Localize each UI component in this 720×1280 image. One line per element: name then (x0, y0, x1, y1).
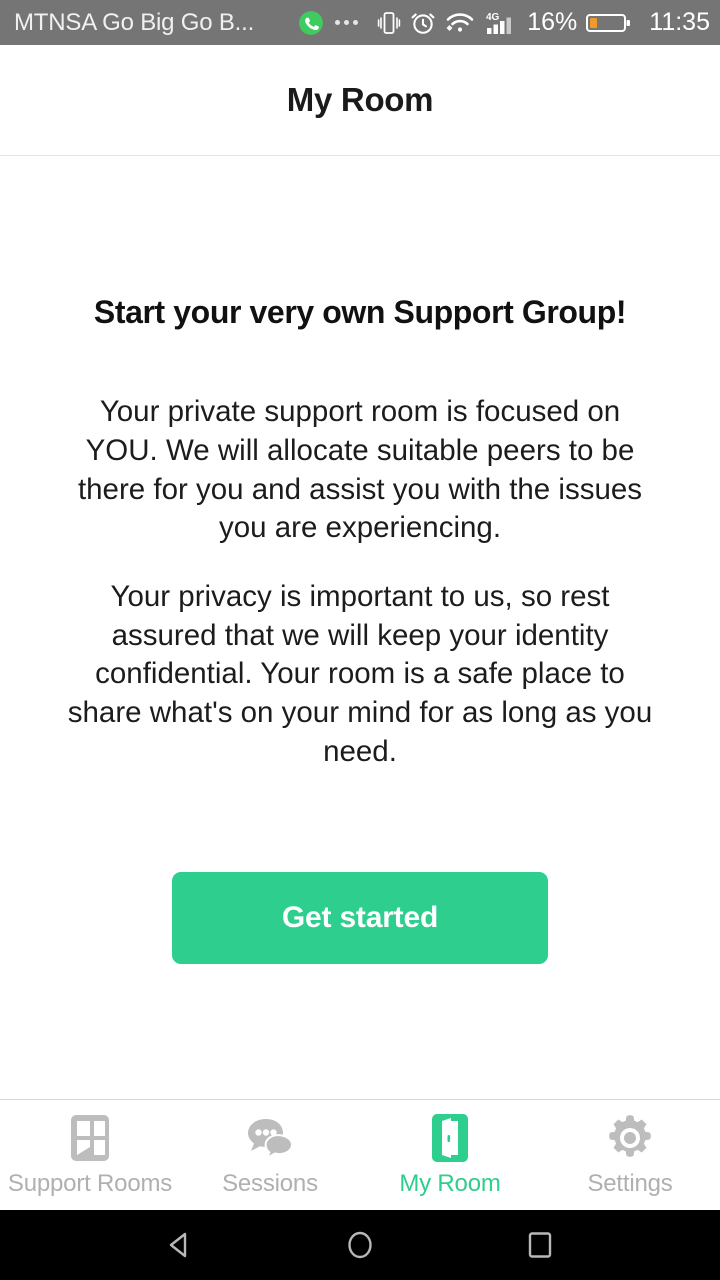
back-button[interactable] (160, 1225, 200, 1265)
bottom-tab-bar: Support Rooms Sessions My Room Settings (0, 1099, 720, 1210)
battery-percent-label: 16% (527, 8, 578, 36)
wifi-icon (445, 10, 475, 36)
main-content: Start your very own Support Group! Your … (0, 156, 720, 1099)
tab-label-sessions: Sessions (222, 1170, 318, 1197)
tab-label-my-room: My Room (399, 1170, 501, 1197)
whatsapp-icon (298, 10, 324, 36)
status-bar: MTNSA Go Big Go B... 4G 16% 11:35 (0, 0, 720, 45)
tab-sessions[interactable]: Sessions (180, 1110, 360, 1198)
gear-icon (603, 1110, 657, 1166)
battery-icon (586, 10, 632, 36)
body-paragraph-1: Your private support room is focused on … (77, 395, 643, 545)
door-icon (425, 1110, 475, 1166)
clock-label: 11:35 (649, 8, 710, 36)
app-header: My Room (0, 45, 720, 156)
tab-label-settings: Settings (587, 1170, 673, 1197)
alarm-icon (410, 10, 436, 36)
get-started-button[interactable]: Get started (172, 872, 548, 965)
grid-icon (65, 1110, 115, 1166)
tab-settings[interactable]: Settings (540, 1110, 720, 1198)
cta-container: Get started (36, 872, 684, 965)
tab-my-room[interactable]: My Room (360, 1110, 540, 1198)
tab-label-support-rooms: Support Rooms (7, 1170, 173, 1197)
android-nav-bar (0, 1210, 720, 1280)
headline: Start your very own Support Group! (93, 294, 627, 330)
overflow-dots-icon (335, 20, 359, 25)
status-icons: 4G 16% 11:35 (298, 8, 710, 37)
home-button[interactable] (340, 1225, 380, 1265)
recents-button[interactable] (520, 1225, 560, 1265)
vibrate-icon (377, 10, 401, 36)
tab-support-rooms[interactable]: Support Rooms (0, 1110, 180, 1198)
network-type-label: 4G (486, 12, 500, 23)
page-title: My Room (286, 81, 434, 118)
carrier-label: MTNSA Go Big Go B... (14, 8, 255, 36)
body-paragraph-2: Your privacy is important to us, so rest… (67, 579, 653, 768)
signal-icon: 4G (484, 9, 520, 37)
chat-bubbles-icon (239, 1110, 301, 1166)
